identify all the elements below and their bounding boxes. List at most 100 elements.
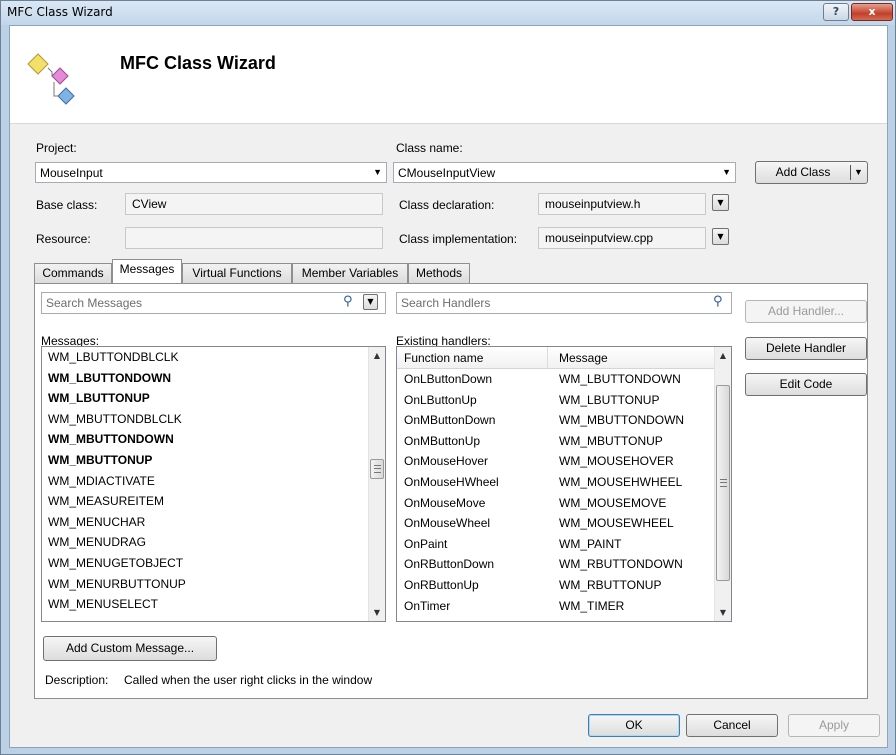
cancel-button[interactable]: Cancel — [686, 714, 778, 737]
table-row[interactable]: OnMButtonDown WM_MBUTTONDOWN — [397, 410, 715, 431]
tab-virtual-functions[interactable]: Virtual Functions — [182, 263, 292, 283]
project-value: MouseInput — [40, 166, 103, 180]
window-title: MFC Class Wizard — [7, 5, 113, 19]
handler-function-name: OnMouseHWheel — [404, 474, 499, 489]
column-header-message[interactable]: Message — [559, 351, 608, 365]
add-class-label: Add Class — [775, 165, 831, 179]
class-implementation-field: mouseinputview.cpp — [538, 227, 706, 249]
add-class-dropdown-icon[interactable]: ▼ — [854, 162, 863, 183]
project-label: Project: — [36, 141, 77, 155]
edit-code-button[interactable]: Edit Code — [745, 373, 867, 396]
resource-label: Resource: — [36, 232, 91, 246]
class-declaration-field: mouseinputview.h — [538, 193, 706, 215]
base-class-field: CView — [125, 193, 383, 215]
messages-scrollbar[interactable]: ▲ ▼ — [368, 347, 385, 621]
scroll-up-icon[interactable]: ▲ — [369, 347, 385, 364]
wizard-header: MFC Class Wizard — [10, 26, 887, 124]
table-row[interactable]: OnMButtonUp WM_MBUTTONUP — [397, 431, 715, 452]
list-item[interactable]: WM_LBUTTONUP — [42, 388, 385, 409]
handler-function-name: OnTimer — [404, 598, 451, 613]
scroll-thumb[interactable] — [370, 459, 384, 479]
dialog-client: MFC Class Wizard Project: MouseInput ▼ C… — [9, 25, 888, 748]
scroll-up-icon[interactable]: ▲ — [715, 347, 731, 364]
class-wizard-icon — [27, 53, 75, 105]
handlers-rows: OnLButtonDown WM_LBUTTONDOWN OnLButtonUp WM… — [397, 369, 715, 616]
add-handler-button[interactable]: Add Handler... — [745, 300, 867, 323]
page-title: MFC Class Wizard — [120, 53, 276, 73]
split-divider — [850, 165, 851, 180]
handler-function-name: OnMouseWheel — [404, 516, 491, 531]
table-row[interactable]: OnLButtonDown WM_LBUTTONDOWN — [397, 369, 715, 390]
list-item[interactable]: WM_MENUGETOBJECT — [42, 553, 385, 574]
handler-message: WM_RBUTTONDOWN — [559, 557, 683, 572]
handler-message: WM_LBUTTONUP — [559, 392, 660, 407]
search-options-dropdown-icon[interactable]: ▼ — [363, 294, 378, 310]
list-item[interactable]: WM_MBUTTONUP — [42, 450, 385, 471]
list-item[interactable]: WM_LBUTTONDBLCLK — [42, 347, 385, 368]
tab-methods[interactable]: Methods — [408, 263, 470, 283]
table-row[interactable]: OnPaint WM_PAINT — [397, 534, 715, 555]
project-combo[interactable]: MouseInput ▼ — [35, 162, 387, 183]
messages-list[interactable]: WM_LBUTTONDBLCLK WM_LBUTTONDOWN WM_LBUTTON… — [41, 346, 386, 622]
title-bar[interactable]: MFC Class Wizard ? x — [1, 1, 895, 25]
scroll-down-icon[interactable]: ▼ — [715, 604, 731, 621]
class-name-label: Class name: — [396, 141, 463, 155]
class-declaration-dropdown-icon[interactable]: ▼ — [712, 194, 729, 211]
list-item[interactable]: WM_MENUCHAR — [42, 512, 385, 533]
tab-commands[interactable]: Commands — [34, 263, 112, 283]
add-custom-message-button[interactable]: Add Custom Message... — [43, 636, 217, 661]
handler-message: WM_RBUTTONUP — [559, 577, 662, 592]
list-item[interactable]: WM_MBUTTONDOWN — [42, 429, 385, 450]
resource-field — [125, 227, 383, 249]
ok-button[interactable]: OK — [588, 714, 680, 737]
close-button[interactable]: x — [851, 3, 893, 21]
handler-function-name: OnRButtonUp — [404, 577, 479, 592]
handler-function-name: OnLButtonUp — [404, 392, 477, 407]
table-row[interactable]: OnRButtonUp WM_RBUTTONUP — [397, 575, 715, 596]
tab-messages[interactable]: Messages — [112, 259, 182, 283]
handler-function-name: OnMouseMove — [404, 495, 486, 510]
tab-member-variables[interactable]: Member Variables — [292, 263, 408, 283]
class-implementation-dropdown-icon[interactable]: ▼ — [712, 228, 729, 245]
search-icon[interactable]: ⚲ — [713, 294, 723, 309]
table-row[interactable]: OnTimer WM_TIMER — [397, 596, 715, 617]
add-class-button[interactable]: Add Class ▼ — [755, 161, 868, 184]
list-item[interactable]: WM_MBUTTONDBLCLK — [42, 409, 385, 430]
handler-message: WM_LBUTTONDOWN — [559, 372, 681, 386]
list-item[interactable]: WM_MENURBUTTONUP — [42, 574, 385, 595]
table-row[interactable]: OnMouseHWheel WM_MOUSEHWHEEL — [397, 472, 715, 493]
search-handlers-input[interactable]: Search Handlers — [396, 292, 732, 314]
help-button[interactable]: ? — [823, 3, 849, 21]
table-row[interactable]: OnMouseWheel WM_MOUSEWHEEL — [397, 513, 715, 534]
table-row[interactable]: OnMouseMove WM_MOUSEMOVE — [397, 493, 715, 514]
handler-function-name: OnMouseHover — [404, 454, 489, 469]
handler-message: WM_MOUSEHWHEEL — [559, 474, 683, 489]
handler-function-name: OnMButtonDown — [404, 413, 496, 428]
handler-function-name: OnPaint — [404, 536, 448, 551]
chevron-down-icon: ▼ — [722, 167, 731, 177]
list-item[interactable]: WM_MDIACTIVATE — [42, 471, 385, 492]
search-icon[interactable]: ⚲ — [343, 294, 353, 309]
handler-message: WM_MBUTTONUP — [559, 433, 663, 448]
list-item[interactable]: WM_LBUTTONDOWN — [42, 368, 385, 389]
list-item[interactable]: WM_MENUSELECT — [42, 594, 385, 615]
handlers-scrollbar[interactable]: ▲ ▼ — [714, 347, 731, 621]
class-implementation-label: Class implementation: — [399, 232, 518, 246]
search-messages-input[interactable]: Search Messages — [41, 292, 386, 314]
handler-message: WM_MOUSEMOVE — [559, 495, 667, 510]
class-name-value: CMouseInputView — [398, 166, 496, 180]
list-item[interactable]: WM_MEASUREITEM — [42, 491, 385, 512]
existing-handlers-list[interactable]: Function name Message OnLButtonDown WM_LB… — [396, 346, 732, 622]
apply-button[interactable]: Apply — [788, 714, 880, 737]
column-header-function-name[interactable]: Function name — [404, 351, 483, 365]
table-row[interactable]: OnLButtonUp WM_LBUTTONUP — [397, 390, 715, 411]
scroll-down-icon[interactable]: ▼ — [369, 604, 385, 621]
handler-message: WM_MOUSEWHEEL — [559, 516, 674, 531]
table-row[interactable]: OnRButtonDown WM_RBUTTONDOWN — [397, 554, 715, 575]
scroll-thumb[interactable] — [716, 385, 730, 581]
class-name-combo[interactable]: CMouseInputView ▼ — [393, 162, 736, 183]
description-label: Description: — [45, 673, 109, 687]
delete-handler-button[interactable]: Delete Handler — [745, 337, 867, 360]
list-item[interactable]: WM_MENUDRAG — [42, 532, 385, 553]
table-row[interactable]: OnMouseHover WM_MOUSEHOVER — [397, 451, 715, 472]
